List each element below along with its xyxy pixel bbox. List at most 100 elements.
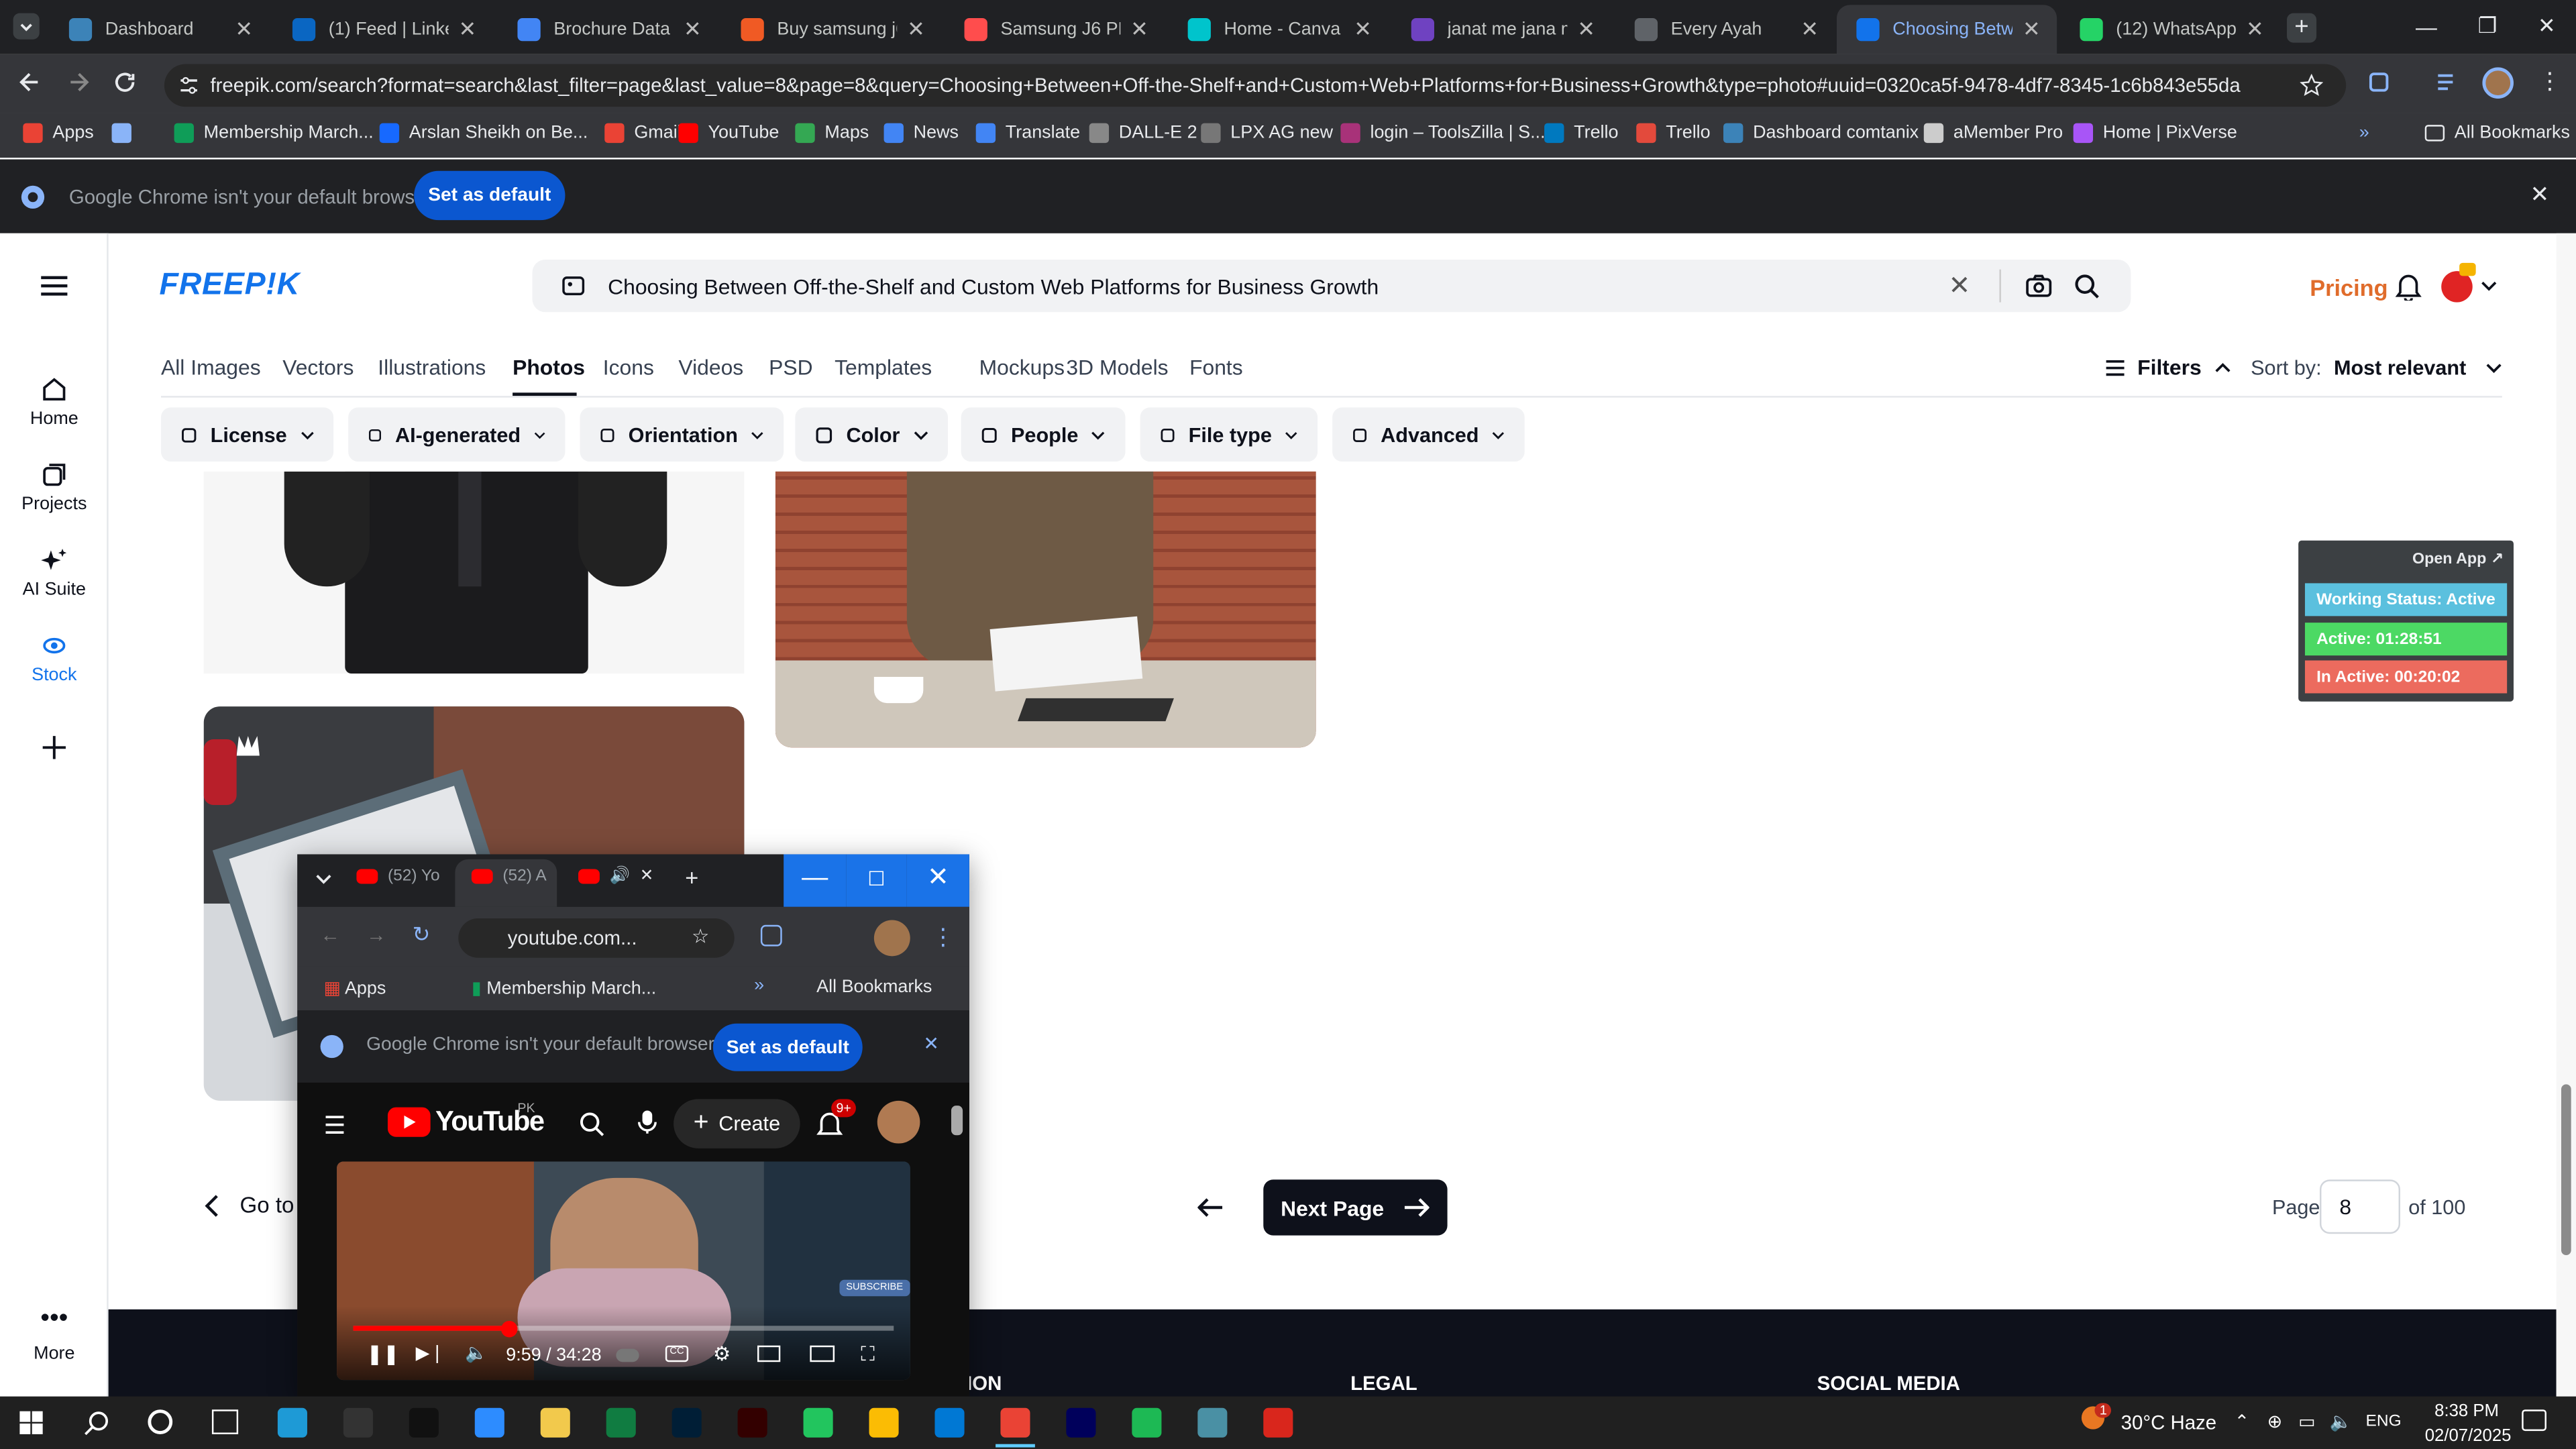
browser-tab[interactable]: (12) WhatsApp ✕ [2060, 5, 2280, 54]
video-progress-bar[interactable] [353, 1326, 894, 1331]
popup-tab-3[interactable]: 🔊 ✕ [578, 867, 653, 885]
bookmark-item[interactable]: Apps [23, 123, 94, 144]
open-app-link[interactable]: Open App ↗ [2412, 550, 2504, 568]
close-tab-icon[interactable]: ✕ [1577, 16, 1595, 42]
pause-icon[interactable]: ❚❚ [366, 1342, 399, 1365]
minimize-button[interactable]: — [2416, 14, 2437, 39]
popup-bookmark-apps[interactable]: ▦ Apps [323, 977, 386, 999]
photo-result-suit[interactable] [203, 471, 745, 674]
popup-close-infobar[interactable]: ✕ [923, 1032, 939, 1055]
bookmark-item[interactable] [111, 123, 142, 144]
go-to-link[interactable]: Go to [204, 1193, 294, 1218]
filter-color-button[interactable]: Color [795, 407, 949, 462]
category-tab[interactable]: Photos [513, 355, 585, 380]
photo-result-woman-reading[interactable] [775, 471, 1316, 748]
filter-ai-generated-button[interactable]: AI-generated [348, 407, 566, 462]
close-tab-icon[interactable]: ✕ [459, 16, 477, 42]
category-tab[interactable]: Icons [603, 355, 654, 380]
more-bookmarks-icon[interactable]: » [2359, 123, 2369, 143]
browser-tab[interactable]: Home - Canva ✕ [1168, 5, 1388, 54]
page-number-input[interactable]: 8 [2319, 1179, 2400, 1234]
image-type-icon[interactable] [562, 276, 585, 296]
popup-bookmark-membership[interactable]: ▮ Membership March... [472, 977, 656, 999]
category-tab[interactable]: Vectors [282, 355, 354, 380]
sidebar-item-ai-suite[interactable]: AI Suite [0, 547, 109, 600]
extensions-icon[interactable] [2366, 69, 2392, 95]
forward-arrow-icon[interactable] [66, 69, 92, 95]
filters-toggle[interactable]: Filters [2104, 355, 2231, 380]
close-tab-icon[interactable]: ✕ [684, 16, 702, 42]
bookmark-item[interactable]: Maps [795, 123, 869, 144]
bookmark-item[interactable]: LPX AG new [1201, 123, 1333, 144]
settings-gear-icon[interactable]: ⚙ [713, 1342, 731, 1365]
popup-extensions-icon[interactable] [760, 924, 782, 947]
miniplayer-icon[interactable] [757, 1345, 781, 1362]
set-default-button[interactable]: Set as default [414, 170, 566, 221]
popup-close-button[interactable]: ✕ [906, 854, 969, 907]
popup-forward-icon[interactable]: → [366, 923, 386, 946]
filter-advanced-button[interactable]: Advanced [1332, 407, 1525, 462]
bookmark-star-icon[interactable] [2300, 74, 2323, 97]
popup-reload-icon[interactable]: ↻ [413, 922, 431, 948]
browser-tab[interactable]: Choosing Betwee✕ [1836, 5, 2057, 54]
browser-tab[interactable]: (1) Feed | LinkedIn✕ [273, 5, 493, 54]
bookmark-item[interactable]: aMember Pro [1923, 123, 2063, 144]
language-indicator[interactable]: ENG [2366, 1413, 2402, 1431]
bookmark-item[interactable]: Trello [1544, 123, 1619, 144]
popup-more-bookmarks[interactable]: » [754, 976, 764, 996]
app-icon[interactable] [1197, 1407, 1228, 1438]
previous-page-button[interactable] [1184, 1181, 1238, 1234]
sort-dropdown[interactable]: Sort by: Most relevant [2251, 356, 2502, 380]
illustrator-icon[interactable] [737, 1407, 767, 1438]
vscode-icon[interactable] [934, 1407, 965, 1438]
edge-icon[interactable] [277, 1407, 307, 1438]
zoom-icon[interactable] [474, 1407, 504, 1438]
popup-back-icon[interactable]: ← [321, 923, 340, 946]
close-tab-icon[interactable]: ✕ [2023, 16, 2041, 42]
address-bar[interactable]: freepik.com/search?format=search&last_fi… [164, 64, 2347, 107]
browser-tab[interactable]: Buy samsung j6 p✕ [721, 5, 941, 54]
back-arrow-icon[interactable] [16, 69, 42, 95]
photoshop-icon[interactable] [672, 1407, 702, 1438]
bookmark-item[interactable]: Translate [975, 123, 1080, 144]
category-tab[interactable]: PSD [769, 355, 812, 380]
bookmark-item[interactable]: YouTube [678, 123, 779, 144]
sidebar-item-home[interactable]: Home [0, 376, 109, 429]
bookmark-item[interactable]: login – ToolsZilla | S... [1340, 123, 1546, 144]
category-tab[interactable]: 3D Models [1066, 355, 1168, 380]
popup-all-bookmarks[interactable]: All Bookmarks [816, 977, 932, 997]
taskbar-search-icon[interactable] [84, 1409, 110, 1436]
tray-chevron-icon[interactable]: ⌃ [2235, 1411, 2250, 1432]
pen-icon[interactable] [343, 1407, 373, 1438]
filter-orientation-button[interactable]: Orientation [580, 407, 784, 462]
captions-icon[interactable]: CC [665, 1345, 689, 1362]
close-infobar-icon[interactable]: ✕ [2530, 180, 2549, 209]
sidebar-item-stock[interactable]: Stock [0, 633, 109, 685]
close-tab-icon[interactable]: ✕ [2246, 16, 2264, 42]
scrollbar-thumb[interactable] [2561, 1084, 2571, 1256]
close-tab-icon[interactable]: ✕ [907, 16, 925, 42]
page-scrollbar[interactable] [2556, 233, 2576, 1397]
fullscreen-icon[interactable]: ⛶ [861, 1342, 875, 1367]
filter-people-button[interactable]: People [961, 407, 1126, 462]
yt-search-icon[interactable] [578, 1111, 604, 1137]
filter-license-button[interactable]: License [161, 407, 334, 462]
chevron-down-icon[interactable] [2481, 279, 2497, 292]
close-tab-icon[interactable]: ✕ [1801, 16, 1819, 42]
plus-icon[interactable] [41, 735, 67, 761]
category-tab[interactable]: Illustrations [378, 355, 486, 380]
greenapp-icon[interactable] [803, 1407, 833, 1438]
reload-icon[interactable] [112, 69, 138, 95]
popup-menu-icon[interactable]: ⋮ [932, 923, 955, 951]
tray-network-icon[interactable]: ⊕ [2267, 1411, 2283, 1432]
yt-create-button[interactable]: + Create [674, 1099, 800, 1148]
category-tab[interactable]: All Images [161, 355, 261, 380]
maximize-button[interactable]: ❐ [2478, 13, 2498, 40]
new-tab-button[interactable]: + [2287, 13, 2317, 43]
browser-tab[interactable]: janat me jana mu✕ [1391, 5, 1611, 54]
popup-set-default-button[interactable]: Set as default [712, 1023, 863, 1071]
close-tab-icon[interactable]: ✕ [1354, 16, 1372, 42]
next-video-icon[interactable]: ▶❘ [416, 1342, 445, 1363]
bookmark-item[interactable]: Dashboard comtanix [1723, 123, 1919, 144]
autoplay-toggle[interactable] [616, 1348, 639, 1362]
